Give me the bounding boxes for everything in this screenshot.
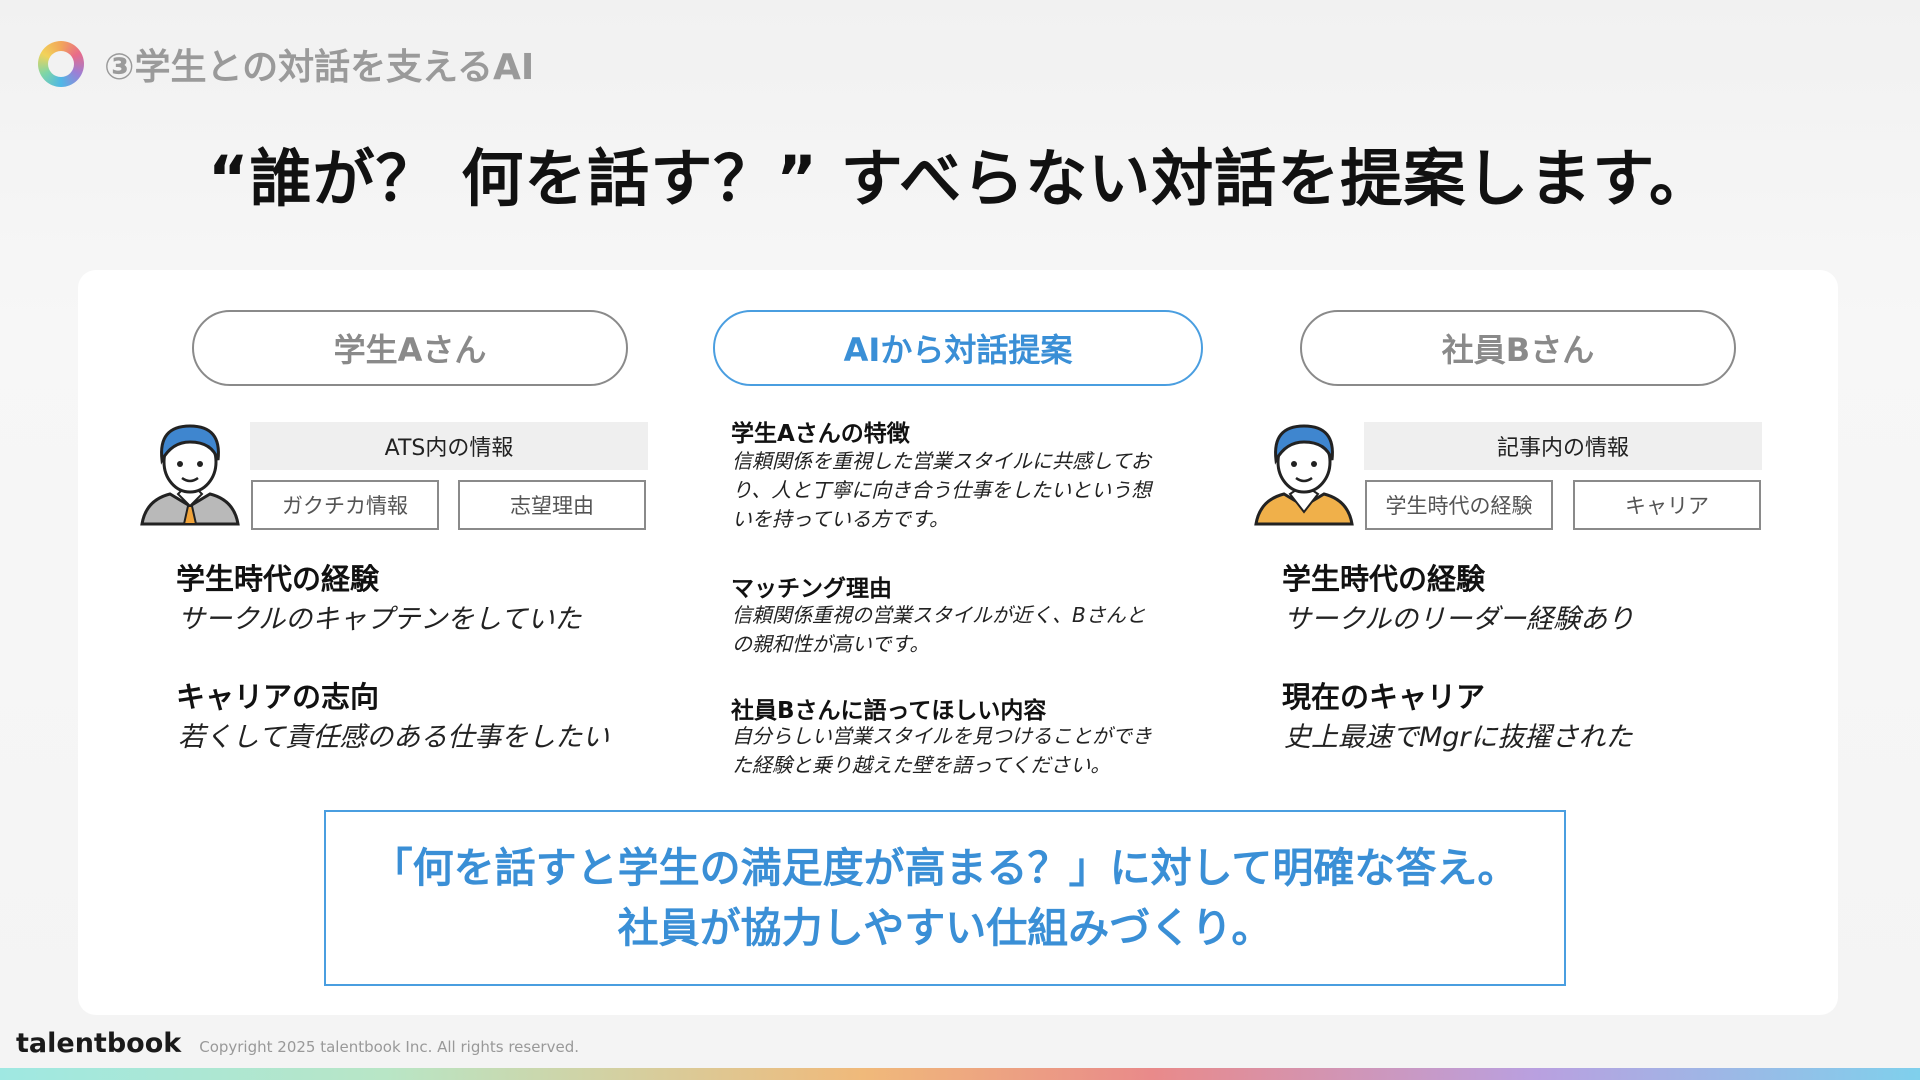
callout-line-2: 社員が協力しやすい仕組みづくり。 <box>617 904 1273 952</box>
ai-text-feature-line: いを持っている方です。 <box>732 507 949 531</box>
employee-avatar-icon <box>1254 424 1354 526</box>
ai-text-feature-line: り、人と丁寧に向き合う仕事をしたいという想 <box>732 478 1152 502</box>
ai-label-topic: 社員Bさんに語ってほしい内容 <box>731 698 1047 724</box>
student-pill: 学生Aさん <box>192 310 628 386</box>
student-tag-gakuchika: ガクチカ情報 <box>251 480 439 530</box>
ai-text-topic-line: た経験と乗り越えた壁を語ってください。 <box>732 753 1111 777</box>
student-value-career: 若くして責任感のある仕事をしたい <box>178 722 610 753</box>
summary-callout: 「何を話すと学生の満足度が高まる？」に対して明確な答え。 社員が協力しやすい仕組… <box>324 810 1566 986</box>
employee-label-career: 現在のキャリア <box>1282 680 1486 714</box>
ai-label-feature: 学生Aさんの特徴 <box>731 421 910 447</box>
callout-line-1: 「何を話すと学生の満足度が高まる？」に対して明確な答え。 <box>371 844 1519 892</box>
employee-tag-student-experience: 学生時代の経験 <box>1365 480 1553 530</box>
student-label-experience: 学生時代の経験 <box>176 562 380 596</box>
employee-value-experience: サークルのリーダー経験あり <box>1284 604 1635 635</box>
student-avatar-icon <box>140 424 240 526</box>
employee-label-experience: 学生時代の経験 <box>1282 562 1486 596</box>
student-value-experience: サークルのキャプテンをしていた <box>178 604 582 635</box>
employee-pill: 社員Bさん <box>1300 310 1736 386</box>
footer: talentbook Copyright 2025 talentbook Inc… <box>16 1028 579 1059</box>
ai-label-matching: マッチング理由 <box>731 576 892 602</box>
employee-value-career: 史上最速でMgrに抜擢された <box>1284 722 1633 753</box>
section-header: ③学生との対話を支えるAI <box>38 38 534 90</box>
student-tag-motivation: 志望理由 <box>458 480 646 530</box>
brand-logo: talentbook <box>16 1028 182 1059</box>
ai-text-feature-line: 信頼関係を重視した営業スタイルに共感してお <box>732 449 1151 473</box>
student-info-title: ATS内の情報 <box>250 422 648 470</box>
bottom-gradient-bar <box>0 1068 1920 1080</box>
ai-text-topic: 自分らしい営業スタイルを見つけることができ た経験と乗り越えた壁を語ってください… <box>732 722 1152 780</box>
ai-text-topic-line: 自分らしい営業スタイルを見つけることができ <box>732 724 1152 748</box>
ai-text-feature: 信頼関係を重視した営業スタイルに共感してお り、人と丁寧に向き合う仕事をしたいと… <box>732 447 1151 534</box>
ai-text-matching: 信頼関係重視の営業スタイルが近く、Bさんと の親和性が高いです。 <box>732 601 1146 659</box>
student-label-career: キャリアの志向 <box>176 680 380 714</box>
ai-pill: AIから対話提案 <box>713 310 1203 386</box>
logo-ring-icon <box>38 41 84 87</box>
ai-text-matching-line: 信頼関係重視の営業スタイルが近く、Bさんと <box>732 603 1146 627</box>
copyright: Copyright 2025 talentbook Inc. All right… <box>199 1038 579 1056</box>
headline: “誰が？ 何を話す？” すべらない対話を提案します。 <box>207 142 1713 215</box>
ai-text-matching-line: の親和性が高いです。 <box>732 632 930 656</box>
section-title: ③学生との対話を支えるAI <box>104 47 535 88</box>
employee-info-title: 記事内の情報 <box>1364 422 1762 470</box>
employee-tag-career: キャリア <box>1573 480 1761 530</box>
